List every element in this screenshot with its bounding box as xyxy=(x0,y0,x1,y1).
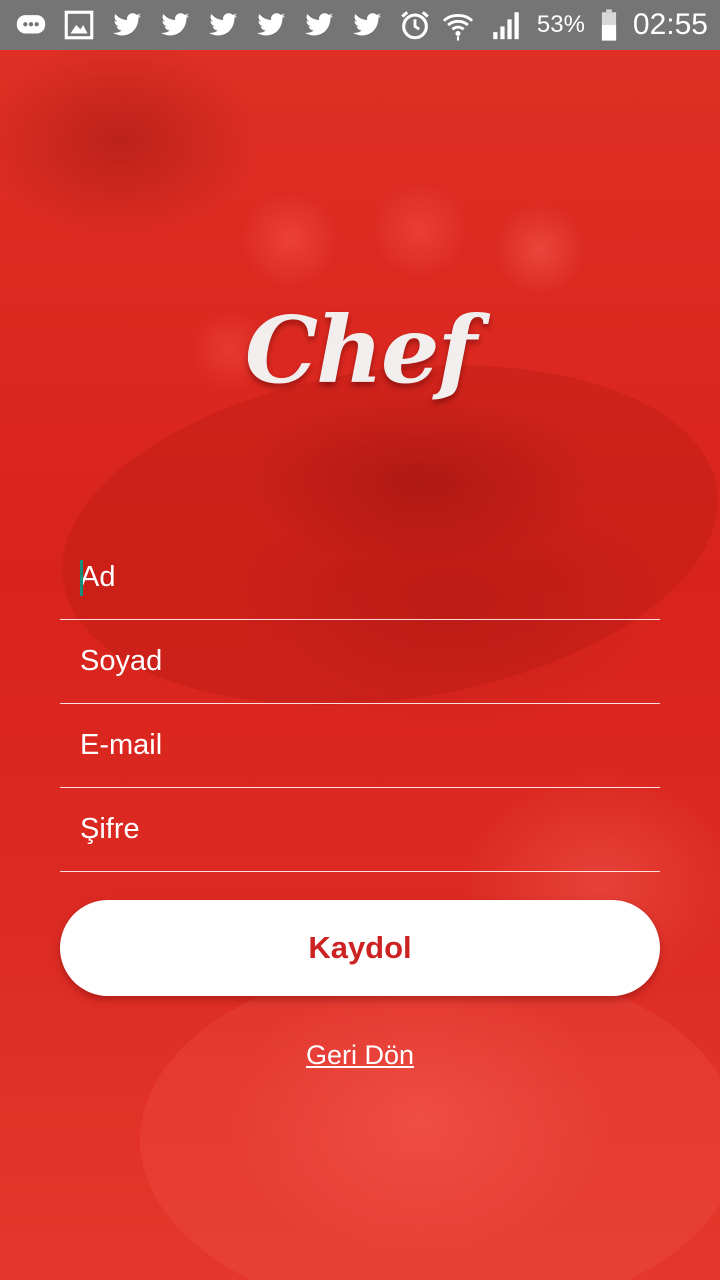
battery-icon xyxy=(599,8,619,42)
password-input[interactable] xyxy=(80,813,660,846)
signup-button-label: Kaydol xyxy=(308,930,412,965)
system-icons: 53% 02:55 xyxy=(441,8,708,42)
status-bar: 53% 02:55 xyxy=(0,0,720,50)
twitter-icon xyxy=(110,8,144,42)
chat-icon xyxy=(14,8,48,42)
twitter-icon xyxy=(254,8,288,42)
twitter-icon xyxy=(302,8,336,42)
logo-text: Chef xyxy=(244,296,477,404)
image-icon xyxy=(62,8,96,42)
first-name-field-wrapper xyxy=(60,536,660,620)
last-name-field-wrapper xyxy=(60,620,660,704)
last-name-input[interactable] xyxy=(80,645,660,678)
battery-percent: 53% xyxy=(536,11,585,38)
notification-icons xyxy=(14,8,432,42)
twitter-icon xyxy=(158,8,192,42)
signal-icon xyxy=(489,8,523,42)
twitter-icon xyxy=(206,8,240,42)
back-link-wrapper: Geri Dön xyxy=(0,1040,720,1071)
signup-button[interactable]: Kaydol xyxy=(60,900,660,996)
text-cursor xyxy=(80,560,83,596)
wifi-icon xyxy=(441,8,475,42)
twitter-icon xyxy=(350,8,384,42)
signup-form xyxy=(60,536,660,872)
alarm-icon xyxy=(398,8,432,42)
clock: 02:55 xyxy=(632,8,708,41)
chef-logo: Chef xyxy=(240,280,480,420)
password-field-wrapper xyxy=(60,788,660,872)
back-link[interactable]: Geri Dön xyxy=(306,1040,414,1070)
first-name-input[interactable] xyxy=(80,561,660,594)
email-field-wrapper xyxy=(60,704,660,788)
email-input[interactable] xyxy=(80,729,660,762)
